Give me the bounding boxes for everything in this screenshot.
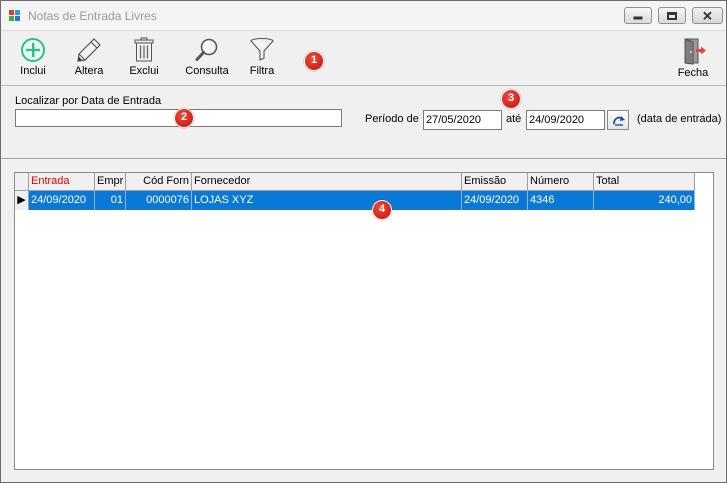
callout-badge-3: 3 <box>501 89 521 109</box>
close-button[interactable]: ✕ <box>692 7 723 24</box>
ate-label: até <box>506 113 522 125</box>
date-end-input[interactable] <box>526 110 605 130</box>
inclui-button[interactable]: Inclui <box>13 37 53 85</box>
app-icon <box>9 10 21 22</box>
cell-entrada[interactable]: 24/09/2020 <box>29 191 95 210</box>
row-indicator-icon: ▶ <box>15 191 29 210</box>
minimize-button[interactable] <box>624 7 652 24</box>
maximize-icon <box>667 11 677 20</box>
window-title: Notas de Entrada Livres <box>28 9 157 23</box>
altera-button[interactable]: Altera <box>69 37 109 85</box>
fecha-button[interactable]: Fecha <box>673 37 713 85</box>
filtra-button[interactable]: Filtra <box>241 37 283 85</box>
cell-fornecedor[interactable]: LOJAS XYZ <box>192 191 462 210</box>
callout-badge-4: 4 <box>372 200 392 220</box>
exclui-label: Exclui <box>129 65 159 77</box>
periodo-label: Período de <box>365 113 419 125</box>
inclui-label: Inclui <box>20 65 46 77</box>
minimize-icon <box>633 16 643 19</box>
filter-panel: Localizar por Data de Entrada Período de… <box>1 87 726 159</box>
cell-empr[interactable]: 01 <box>95 191 126 210</box>
header-fornecedor[interactable]: Fornecedor <box>192 173 462 191</box>
toolbar: Inclui Altera Exclui Consulta Filtra Fec… <box>1 32 726 86</box>
window-frame: Notas de Entrada Livres ✕ Inclui Altera <box>0 0 727 483</box>
fecha-label: Fecha <box>677 67 709 79</box>
cell-total[interactable]: 240,00 <box>594 191 695 210</box>
date-start-input[interactable] <box>423 110 502 130</box>
close-icon: ✕ <box>702 8 713 23</box>
header-cod-forn[interactable]: Cód Forn <box>126 173 192 191</box>
consulta-label: Consulta <box>185 65 229 77</box>
exit-door-icon <box>684 38 706 65</box>
cell-numero[interactable]: 4346 <box>528 191 594 210</box>
filtra-label: Filtra <box>249 65 275 77</box>
consulta-button[interactable]: Consulta <box>183 37 231 85</box>
header-indicator <box>15 173 29 191</box>
grid-header: Entrada Empr Cód Forn Fornecedor Emissão… <box>15 173 713 191</box>
table-row[interactable]: ▶ 24/09/2020 01 0000076 LOJAS XYZ 24/09/… <box>15 191 713 210</box>
title-bar[interactable]: Notas de Entrada Livres ✕ <box>1 1 726 31</box>
pencil-icon <box>77 38 101 62</box>
altera-label: Altera <box>74 65 104 77</box>
notas-grid[interactable]: Entrada Empr Cód Forn Fornecedor Emissão… <box>14 172 714 470</box>
data-entrada-label: (data de entrada) <box>637 113 722 125</box>
funnel-icon <box>250 37 274 61</box>
plus-circle-icon <box>21 38 45 62</box>
refresh-icon <box>613 116 625 126</box>
maximize-button[interactable] <box>658 7 686 24</box>
header-emissao[interactable]: Emissão <box>462 173 528 191</box>
localizar-label: Localizar por Data de Entrada <box>15 95 162 107</box>
header-entrada[interactable]: Entrada <box>29 173 95 191</box>
trash-icon <box>134 37 154 62</box>
cell-cod-forn[interactable]: 0000076 <box>126 191 192 210</box>
header-total[interactable]: Total <box>594 173 695 191</box>
exclui-button[interactable]: Exclui <box>124 37 164 85</box>
cell-emissao[interactable]: 24/09/2020 <box>462 191 528 210</box>
magnifier-icon <box>195 38 218 61</box>
callout-badge-1: 1 <box>304 51 324 71</box>
header-numero[interactable]: Número <box>528 173 594 191</box>
header-empr[interactable]: Empr <box>95 173 126 191</box>
callout-badge-2: 2 <box>174 108 194 128</box>
refresh-button[interactable] <box>607 110 629 130</box>
